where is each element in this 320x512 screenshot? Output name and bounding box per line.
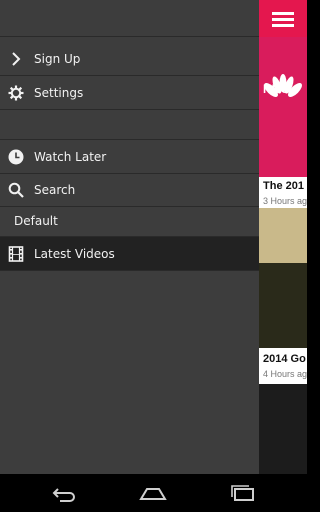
drawer-item-sign-up[interactable]: Sign Up — [0, 43, 259, 75]
drawer-item-label: Sign Up — [34, 52, 81, 66]
hamburger-icon — [272, 11, 294, 27]
system-navigation-bar — [0, 474, 307, 512]
video-title[interactable]: 2014 Go — [263, 353, 306, 365]
drawer-item-label: Settings — [34, 86, 84, 100]
divider — [0, 75, 259, 76]
divider — [0, 270, 259, 271]
drawer-item-search[interactable]: Search — [0, 175, 259, 205]
film-icon — [8, 245, 24, 262]
divider — [0, 139, 259, 140]
drawer-item-settings[interactable]: Settings — [0, 77, 259, 109]
video-timestamp: 4 Hours ag — [263, 369, 307, 379]
video-thumbnail[interactable]: NBC — [259, 37, 307, 177]
menu-button[interactable] — [259, 0, 307, 37]
drawer-item-label: Search — [34, 183, 76, 197]
video-title[interactable]: The 201 — [263, 180, 304, 192]
thumbnail-image — [259, 263, 307, 348]
section-header-default: Default — [14, 214, 58, 228]
search-icon — [8, 182, 24, 198]
drawer-item-latest-videos[interactable]: Latest Videos — [0, 237, 259, 270]
home-button[interactable] — [139, 483, 167, 503]
divider — [0, 109, 259, 110]
thumbnail-image — [259, 208, 307, 263]
divider — [0, 173, 259, 174]
divider — [0, 206, 259, 207]
divider — [0, 36, 259, 37]
drawer-item-watch-later[interactable]: Watch Later — [0, 141, 259, 173]
recent-apps-button[interactable] — [229, 483, 257, 503]
gear-icon — [8, 85, 24, 101]
back-arrow-icon — [52, 488, 75, 502]
video-timestamp: 3 Hours ag — [263, 196, 307, 206]
drawer-item-label: Latest Videos — [34, 246, 115, 261]
navigation-drawer: Sign Up Settings Watch Later Search Defa… — [0, 0, 259, 474]
main-content-panel: NBC The 201 3 Hours ag 2014 Go 4 Hours a… — [259, 0, 307, 474]
video-thumbnail[interactable] — [259, 208, 307, 348]
recent-apps-icon — [231, 485, 254, 501]
home-icon — [139, 488, 167, 500]
drawer-header-spacer — [0, 0, 259, 37]
network-logo-text: NBC — [263, 82, 289, 96]
video-thumbnail[interactable] — [259, 384, 307, 474]
clock-icon — [8, 149, 24, 165]
drawer-item-label: Watch Later — [34, 150, 107, 164]
chevron-right-icon — [8, 51, 24, 67]
back-button[interactable] — [50, 483, 78, 503]
